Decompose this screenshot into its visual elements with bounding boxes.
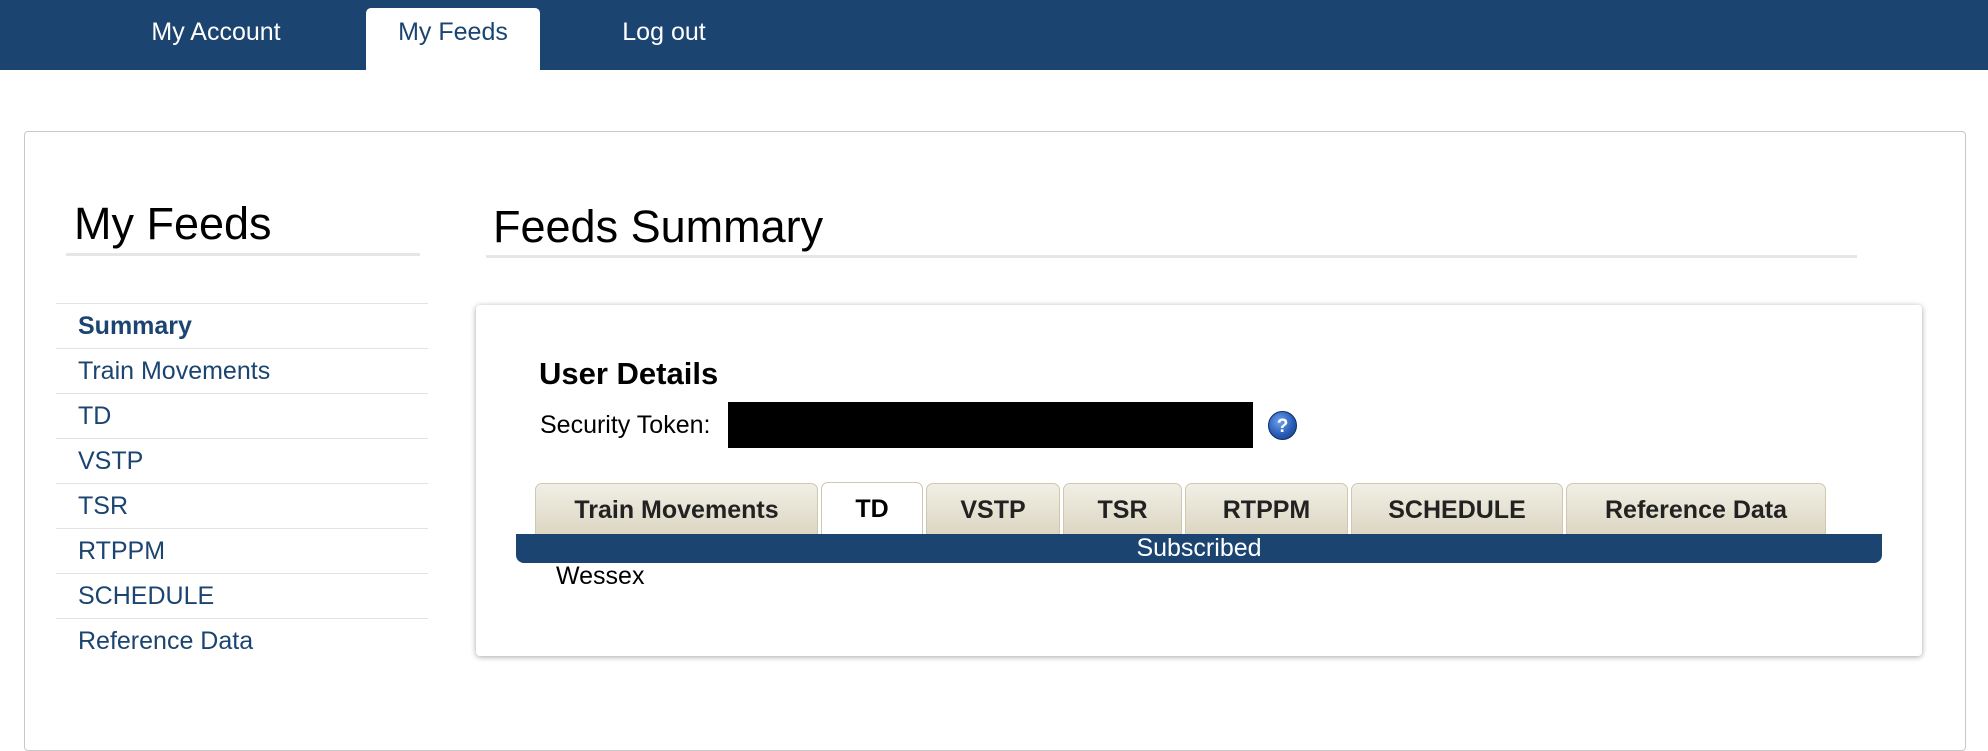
nav-log-out[interactable]: Log out xyxy=(602,8,726,70)
feed-tabs: Train Movements TD VSTP TSR RTPPM SCHEDU… xyxy=(516,459,1882,563)
security-token-label: Security Token: xyxy=(540,411,711,439)
tab-tsr[interactable]: TSR xyxy=(1063,483,1182,534)
tab-td[interactable]: TD xyxy=(821,482,923,535)
top-navigation: My Account My Feeds Log out xyxy=(0,0,1988,70)
tab-train-movements[interactable]: Train Movements xyxy=(535,483,818,534)
sidebar-item-td[interactable]: TD xyxy=(56,393,428,438)
sidebar-menu: Summary Train Movements TD VSTP TSR RTPP… xyxy=(56,303,428,663)
sidebar-item-vstp[interactable]: VSTP xyxy=(56,438,428,483)
sidebar-item-summary[interactable]: Summary xyxy=(56,303,428,348)
tab-schedule[interactable]: SCHEDULE xyxy=(1351,483,1563,534)
sidebar-item-tsr[interactable]: TSR xyxy=(56,483,428,528)
user-details-card: User Details Security Token: ? Train Mov… xyxy=(476,305,1922,656)
user-details-heading: User Details xyxy=(539,356,719,391)
help-icon[interactable]: ? xyxy=(1268,411,1297,440)
page-title: Feeds Summary xyxy=(493,201,824,252)
sidebar-item-rtppm[interactable]: RTPPM xyxy=(56,528,428,573)
nav-my-feeds[interactable]: My Feeds xyxy=(366,8,540,70)
sidebar-item-schedule[interactable]: SCHEDULE xyxy=(56,573,428,618)
tab-reference-data[interactable]: Reference Data xyxy=(1566,483,1826,534)
sidebar-title: My Feeds xyxy=(74,198,272,249)
page-title-divider xyxy=(486,255,1857,258)
sidebar-item-reference-data[interactable]: Reference Data xyxy=(56,618,428,663)
sidebar-item-train-movements[interactable]: Train Movements xyxy=(56,348,428,393)
sidebar-title-divider xyxy=(66,253,420,256)
tab-rtppm[interactable]: RTPPM xyxy=(1185,483,1348,534)
subscription-status-bar: Subscribed xyxy=(516,534,1882,563)
subscribed-area-item: Wessex xyxy=(556,562,645,590)
tab-vstp[interactable]: VSTP xyxy=(926,483,1060,534)
nav-my-account[interactable]: My Account xyxy=(128,8,304,70)
security-token-value xyxy=(728,402,1253,448)
